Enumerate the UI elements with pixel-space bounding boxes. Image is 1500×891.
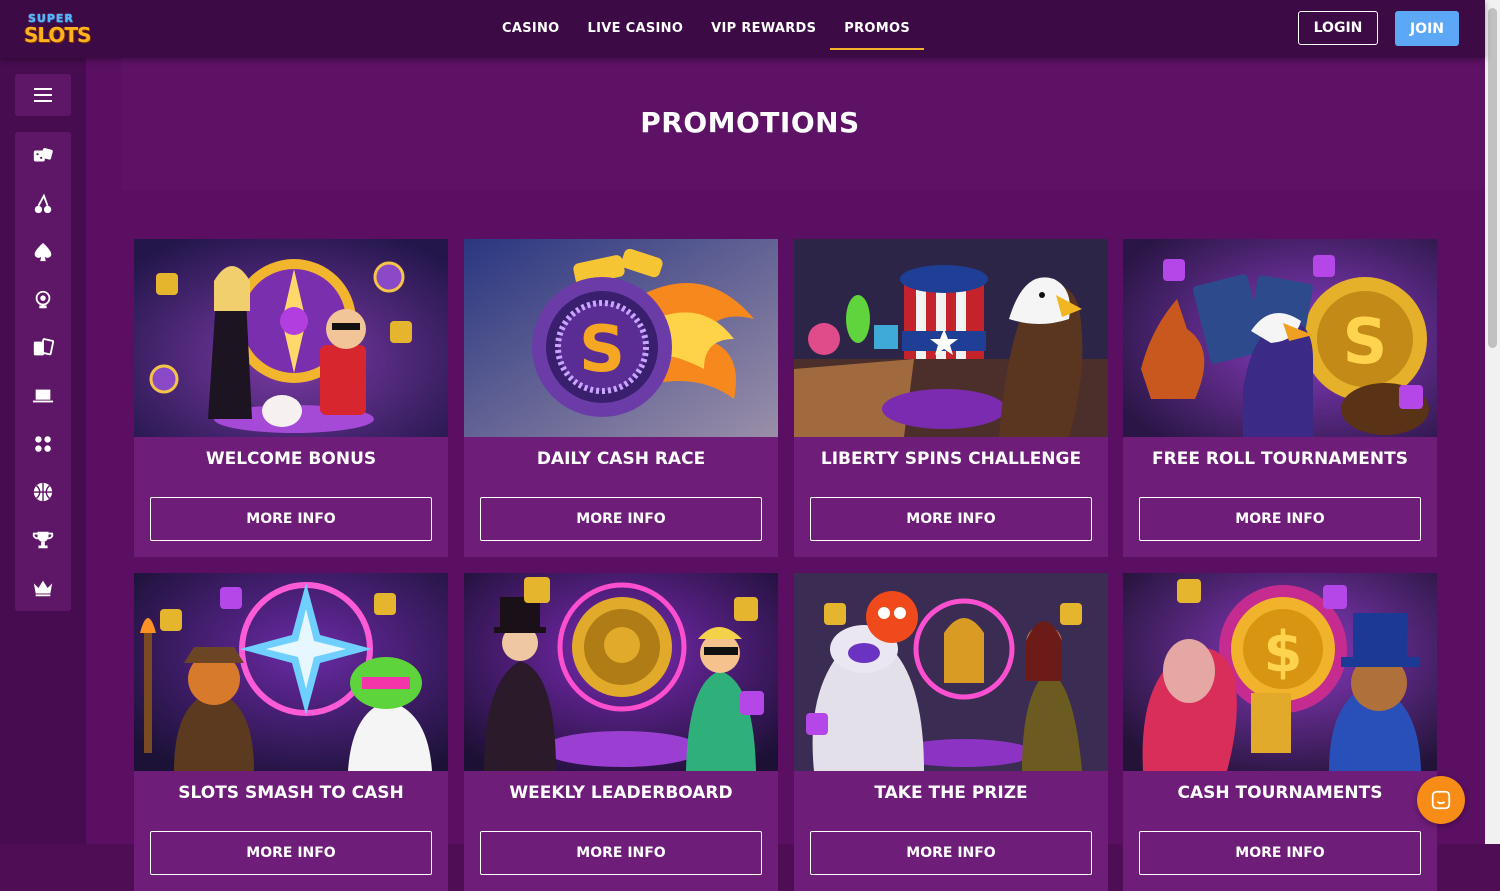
sidebar-item-cards[interactable] [15,330,71,366]
chat-button[interactable] [1417,776,1465,824]
svg-text:S: S [579,313,625,387]
crown-icon [33,580,53,597]
dice-icon [33,148,53,162]
more-info-button[interactable]: MORE INFO [150,831,432,875]
top-bar: SUPER SLOTS CASINO LIVE CASINO VIP REWAR… [0,0,1485,58]
sidebar-item-live-dealer[interactable] [15,282,71,318]
basketball-icon [33,482,53,502]
sidebar-item-tournaments[interactable] [15,522,71,558]
nav-casino[interactable]: CASINO [488,0,574,58]
promo-title: FREE ROLL TOURNAMENTS [1152,449,1408,469]
svg-text:S: S [1343,305,1388,378]
sidebar-item-slots[interactable] [15,186,71,222]
logo-bottom-text: SLOTS [24,23,91,47]
hamburger-icon [34,88,52,102]
promo-image-weekly-leaderboard[interactable] [464,573,778,771]
promo-title: CASH TOURNAMENTS [1177,783,1383,803]
promo-title: SLOTS SMASH TO CASH [178,783,404,803]
promo-card: S DAILY CASH RACE MORE INFO [464,239,778,557]
page-title: PROMOTIONS [640,106,860,139]
sidebar-item-online[interactable] [15,378,71,414]
trophy-icon [32,531,54,549]
more-info-button[interactable]: MORE INFO [150,497,432,541]
sidebar-item-dice[interactable] [15,138,71,174]
promo-image-daily-cash-race[interactable]: S [464,239,778,437]
more-info-button[interactable]: MORE INFO [480,497,762,541]
nav-live-casino[interactable]: LIVE CASINO [574,0,698,58]
promo-title: WEEKLY LEADERBOARD [509,783,733,803]
nav-promos[interactable]: PROMOS [830,0,924,58]
more-info-button[interactable]: MORE INFO [810,831,1092,875]
menu-button[interactable] [15,74,71,116]
promo-card: LIBERTY SPINS CHALLENGE MORE INFO [794,239,1108,557]
sidebar-item-table-games[interactable] [15,234,71,270]
promo-image-liberty-spins[interactable] [794,239,1108,437]
promo-title: DAILY CASH RACE [536,449,706,469]
promo-image-free-roll[interactable]: S [1123,239,1437,437]
login-button[interactable]: LOGIN [1298,11,1378,45]
scrollbar-thumb[interactable] [1488,8,1497,348]
join-button[interactable]: JOIN [1395,11,1459,46]
promo-image-welcome-bonus[interactable] [134,239,448,437]
promo-image-slots-smash[interactable] [134,573,448,771]
sidebar-item-sports[interactable] [15,474,71,510]
nav-vip-rewards[interactable]: VIP REWARDS [697,0,830,58]
chat-icon [1431,790,1451,810]
dots-icon [35,436,51,452]
cards-icon [33,338,54,356]
cherry-icon [34,193,52,214]
promo-card: WELCOME BONUS MORE INFO [134,239,448,557]
sidebar-item-vip[interactable] [15,570,71,606]
spade-icon [34,242,52,262]
promo-card: WEEKLY LEADERBOARD MORE INFO [464,573,778,891]
sidebar [0,58,86,844]
promo-title: WELCOME BONUS [205,449,377,469]
main-nav: CASINO LIVE CASINO VIP REWARDS PROMOS [488,0,924,58]
promo-title: TAKE THE PRIZE [874,783,1028,803]
laptop-icon [32,389,54,403]
promo-card: SLOTS SMASH TO CASH MORE INFO [134,573,448,891]
more-info-button[interactable]: MORE INFO [1139,497,1421,541]
more-info-button[interactable]: MORE INFO [1139,831,1421,875]
svg-text:$: $ [1264,620,1303,685]
sidebar-item-other-games[interactable] [15,426,71,462]
more-info-button[interactable]: MORE INFO [810,497,1092,541]
promo-image-cash-tournaments[interactable]: $ [1123,573,1437,771]
site-logo[interactable]: SUPER SLOTS [24,12,91,47]
promo-card: S FREE ROLL TOURNAMENTS MORE INFO [1123,239,1437,557]
promo-title: LIBERTY SPINS CHALLENGE [820,449,1082,469]
promo-card: TAKE THE PRIZE MORE INFO [794,573,1108,891]
promo-image-take-the-prize[interactable] [794,573,1108,771]
dealer-icon [35,290,51,309]
category-panel [15,132,71,611]
more-info-button[interactable]: MORE INFO [480,831,762,875]
promo-card: $ CASH TOURNAMENTS MORE INFO [1123,573,1437,891]
